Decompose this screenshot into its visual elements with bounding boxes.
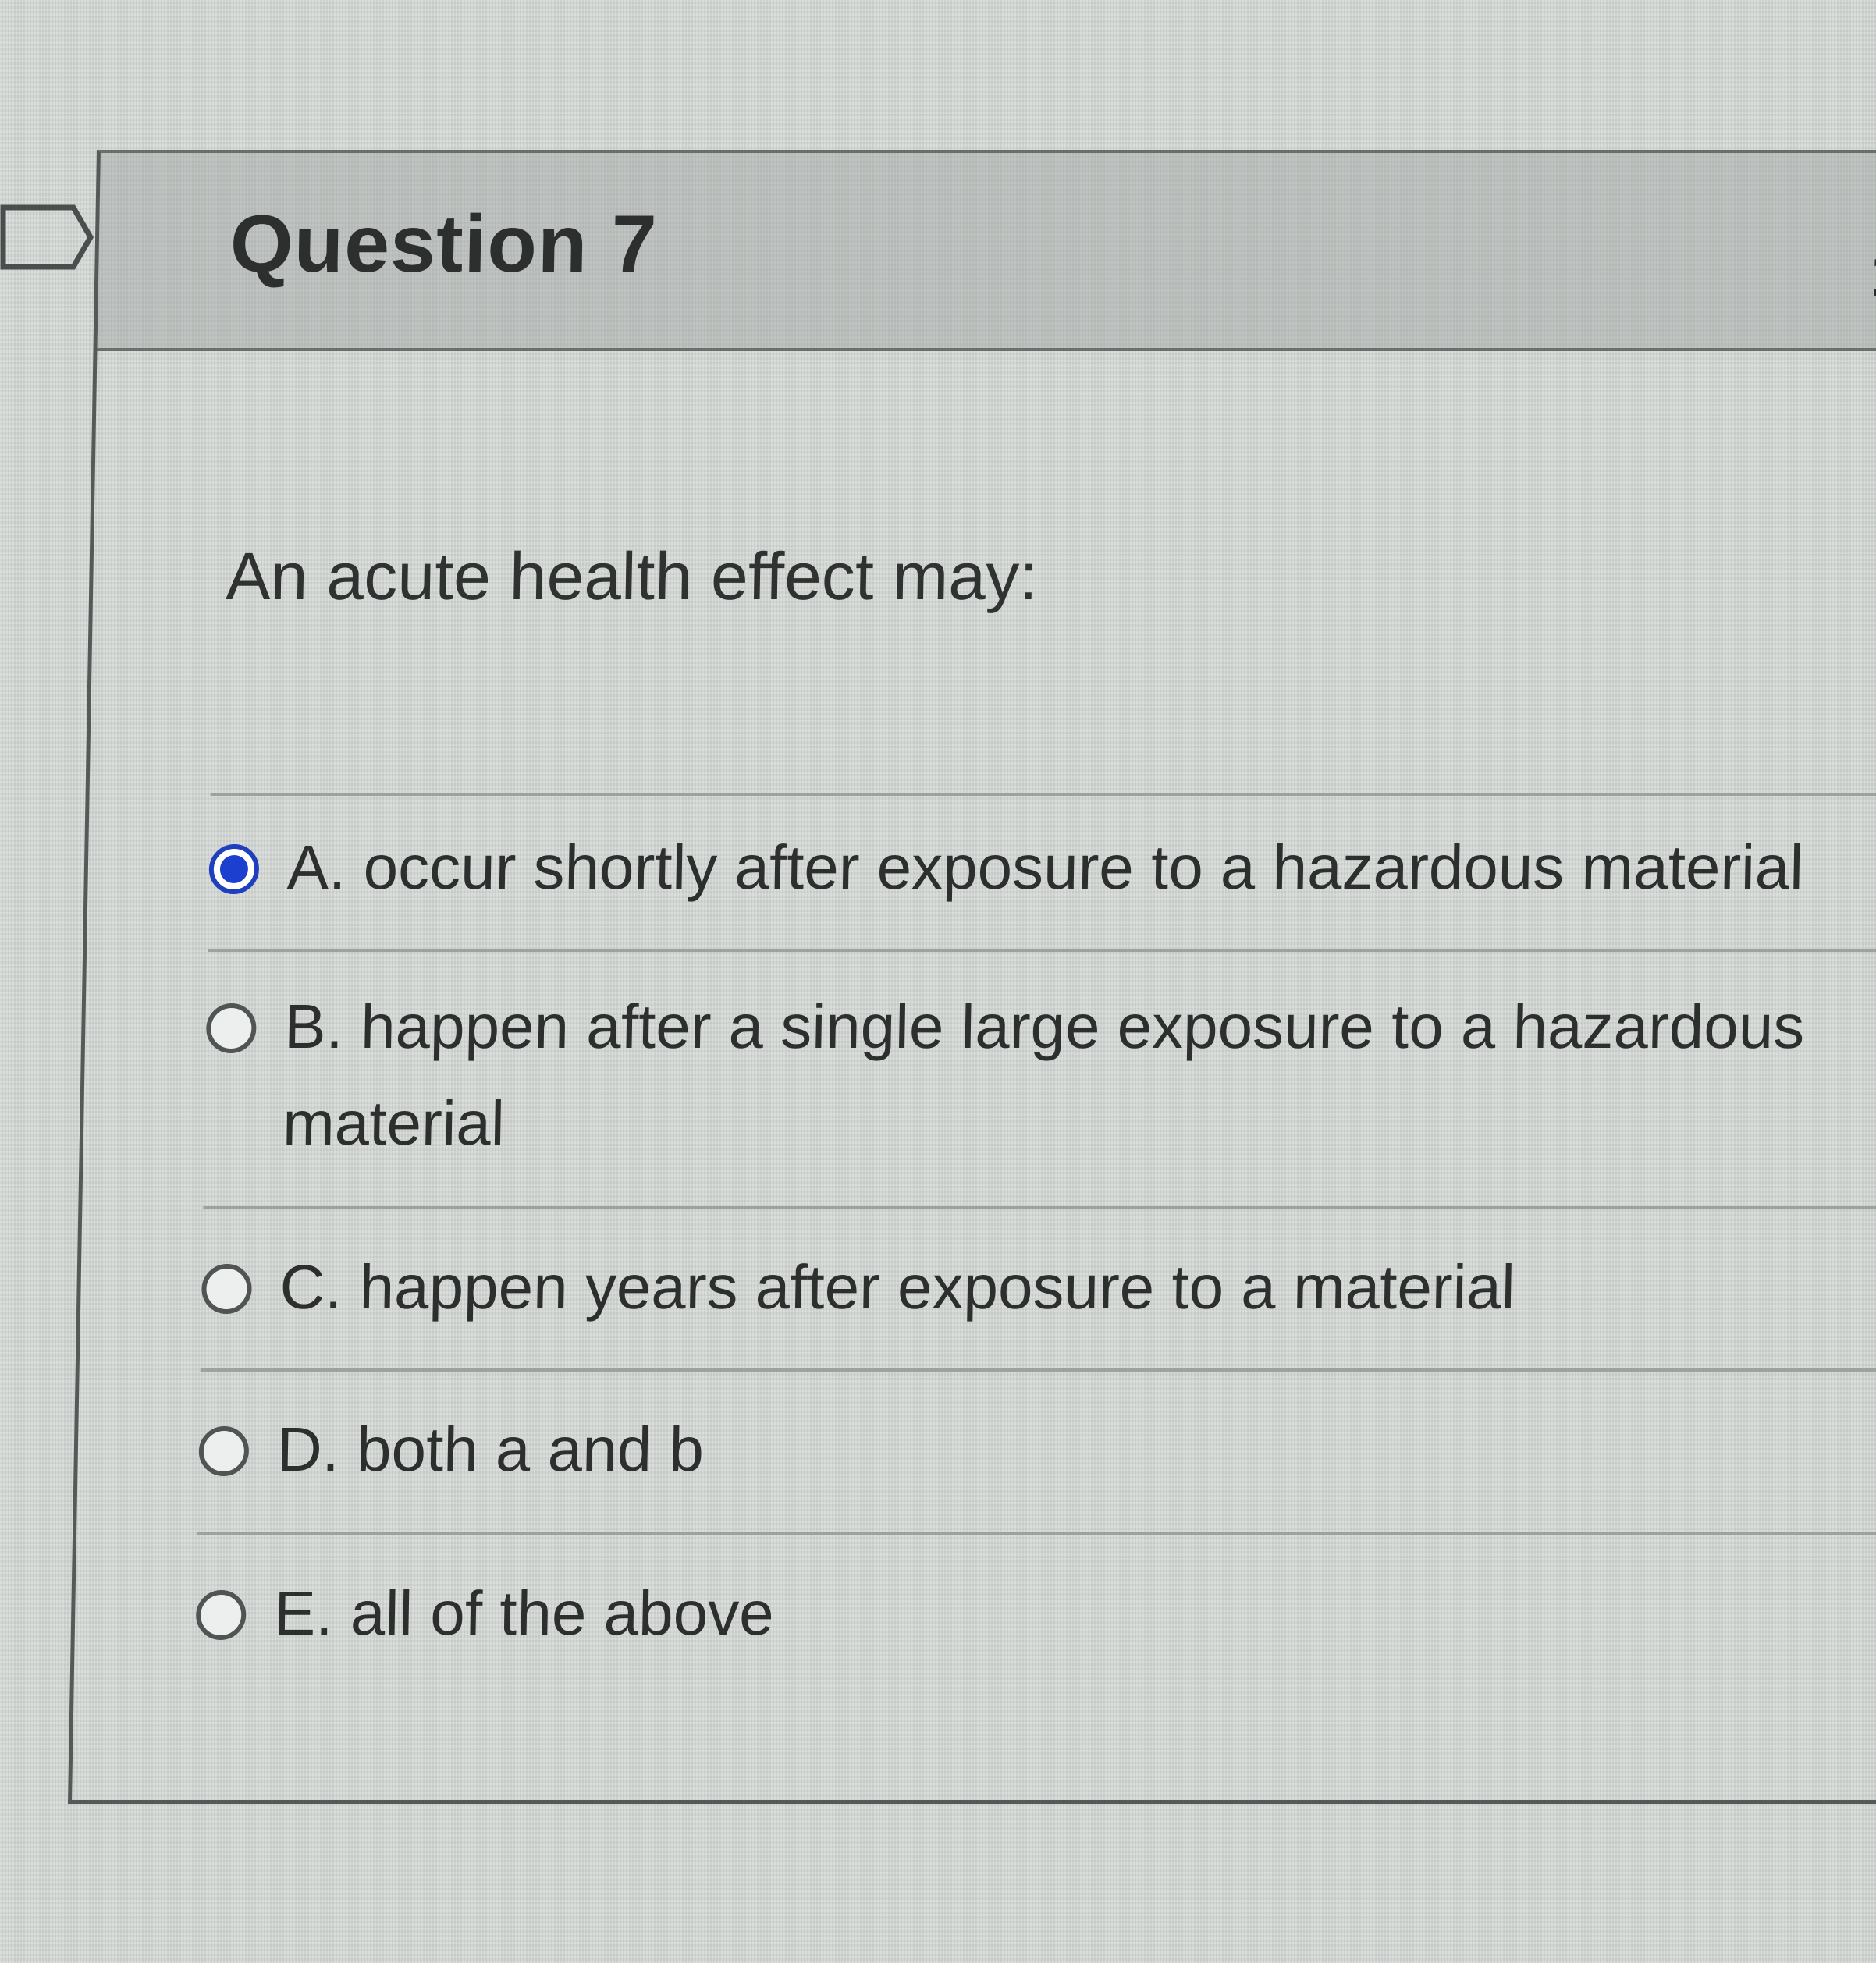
radio-button-selected-icon[interactable] bbox=[208, 844, 260, 894]
answer-option-c[interactable]: C. happen years after exposure to a mate… bbox=[201, 1209, 1876, 1368]
answer-label: D. both a and b bbox=[276, 1415, 705, 1484]
radio-button-icon[interactable] bbox=[201, 1264, 253, 1314]
question-title: Question 7 bbox=[229, 199, 659, 289]
quiz-screen: Question 7 1 An acute health effect may:… bbox=[0, 0, 1876, 1963]
answer-option-b[interactable]: B. happen after a single large exposure … bbox=[203, 952, 1876, 1206]
answer-label: C. happen years after exposure to a mate… bbox=[279, 1252, 1516, 1322]
answer-option-e[interactable]: E. all of the above bbox=[195, 1535, 1876, 1691]
answer-list: A. occur shortly after exposure to a haz… bbox=[195, 793, 1876, 1691]
question-card: Question 7 1 An acute health effect may:… bbox=[67, 150, 1876, 1804]
flag-icon[interactable] bbox=[0, 204, 94, 270]
answer-option-d[interactable]: D. both a and b bbox=[197, 1372, 1876, 1532]
answer-option-a[interactable]: A. occur shortly after exposure to a haz… bbox=[208, 796, 1876, 949]
answer-label: B. happen after a single large exposure … bbox=[282, 992, 1806, 1158]
radio-button-icon[interactable] bbox=[205, 1003, 257, 1053]
question-text: An acute health effect may: bbox=[225, 539, 1039, 614]
radio-button-icon[interactable] bbox=[195, 1590, 247, 1640]
question-header: Question 7 1 bbox=[97, 153, 1876, 351]
answer-label: E. all of the above bbox=[273, 1578, 775, 1648]
answer-label: A. occur shortly after exposure to a haz… bbox=[286, 832, 1804, 902]
question-points: 1 bbox=[1869, 240, 1876, 309]
radio-button-icon[interactable] bbox=[198, 1426, 250, 1476]
